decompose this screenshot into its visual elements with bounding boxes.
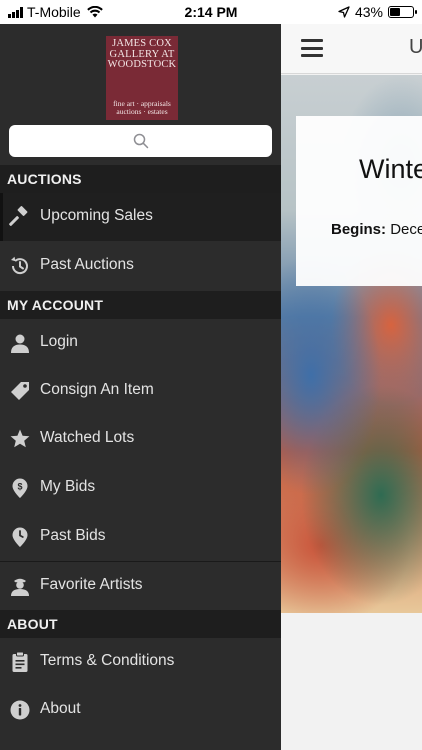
section-my-account: MY ACCOUNT (0, 291, 281, 319)
sale-title: Winte (359, 154, 422, 184)
menu-item-upcoming-sales[interactable]: Upcoming Sales (0, 193, 281, 241)
menu-item-my-bids[interactable]: $ My Bids (0, 464, 281, 512)
begins-value: Dece (390, 221, 422, 238)
main-header: U (281, 24, 422, 74)
search-input[interactable] (9, 125, 272, 157)
logo-tagline: fine art · appraisals auctions · estates (113, 99, 171, 116)
star-icon (10, 429, 30, 448)
search-icon (133, 133, 149, 149)
clipboard-icon (12, 651, 28, 672)
status-right: 43% (338, 4, 417, 20)
status-bar: T-Mobile 2:14 PM 43% (0, 0, 422, 24)
history-icon (11, 256, 28, 275)
info-icon (10, 700, 30, 720)
menu-item-about[interactable]: About (0, 686, 281, 734)
begins-label: Begins: (331, 221, 387, 238)
main-title: U (409, 36, 422, 58)
menu-item-past-auctions[interactable]: Past Auctions (0, 242, 281, 290)
battery-percent: 43% (354, 4, 383, 20)
battery-icon (388, 6, 417, 18)
menu-item-past-bids[interactable]: Past Bids (0, 513, 281, 561)
menu-item-terms[interactable]: Terms & Conditions (0, 638, 281, 686)
artist-icon (11, 578, 29, 596)
menu-item-favorite-artists[interactable]: Favorite Artists (0, 562, 281, 610)
svg-text:$: $ (17, 482, 22, 492)
gallery-logo[interactable]: JAMES COX GALLERY AT WOODSTOCK fine art … (106, 36, 178, 120)
sale-begins: Begins: Dece (331, 221, 422, 238)
menu-item-watched-lots[interactable]: Watched Lots (0, 415, 281, 463)
user-icon (11, 334, 29, 353)
menu-item-consign[interactable]: Consign An Item (0, 367, 281, 415)
menu-icon[interactable] (301, 39, 323, 57)
section-auctions: AUCTIONS (0, 165, 281, 193)
sale-card[interactable]: Winte Begins: Dece (296, 116, 422, 286)
location-icon (338, 6, 350, 18)
section-about: ABOUT (0, 610, 281, 638)
tag-icon (11, 382, 29, 400)
gavel-icon (9, 206, 28, 226)
navigation-drawer: JAMES COX GALLERY AT WOODSTOCK fine art … (0, 24, 281, 750)
menu-item-login[interactable]: Login (0, 319, 281, 367)
logo-name: JAMES COX GALLERY AT WOODSTOCK (107, 38, 177, 70)
clock-pin-icon (12, 527, 28, 547)
bid-pin-icon: $ (12, 478, 28, 498)
main-content: U Winte Begins: Dece (281, 24, 422, 750)
